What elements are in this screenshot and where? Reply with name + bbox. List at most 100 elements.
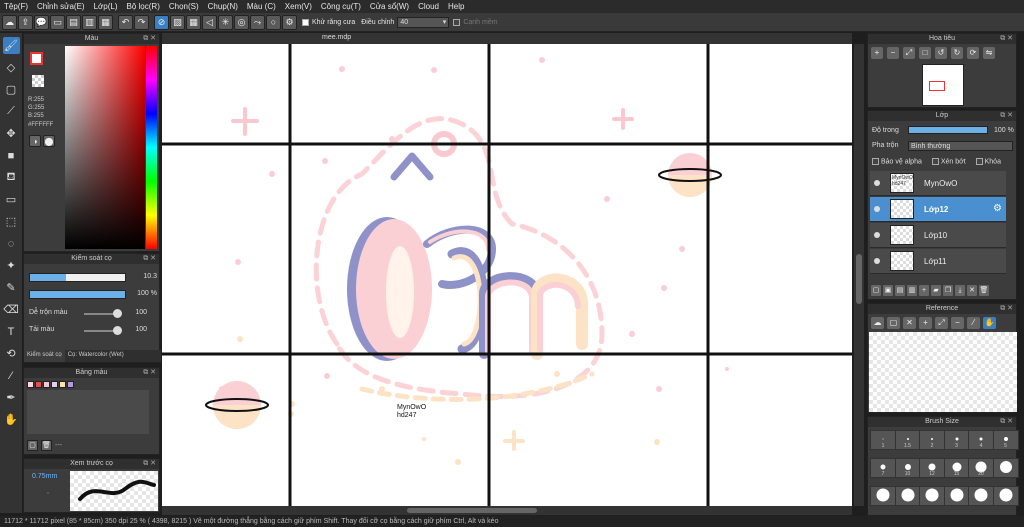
new-layer-8bit-icon[interactable]: ▣ bbox=[883, 285, 893, 296]
drawing-canvas[interactable]: MynOwO hd247 bbox=[162, 44, 852, 506]
color-wheel-icon[interactable]: ◑ bbox=[29, 135, 41, 147]
panel-close-icon[interactable]: ⧉ ✕ bbox=[143, 34, 156, 44]
zoom-out-icon[interactable]: − bbox=[887, 47, 899, 59]
rotate-left-icon[interactable]: ↺ bbox=[935, 47, 947, 59]
zoom-in-icon[interactable]: + bbox=[871, 47, 883, 59]
add-layer-menu-icon[interactable]: + bbox=[919, 285, 929, 296]
menu-item-8[interactable]: Công cụ(T) bbox=[321, 2, 361, 11]
menu-item-1[interactable]: Chỉnh sửa(E) bbox=[37, 2, 85, 11]
navigator-view-rect[interactable] bbox=[929, 81, 945, 91]
brush-size-cell[interactable] bbox=[870, 486, 896, 506]
smooth-select[interactable]: 40 bbox=[397, 16, 450, 28]
brush-size-cell[interactable]: 15 bbox=[943, 458, 970, 478]
tab-brush-type[interactable]: Cọ: Watercolor (Wet) bbox=[65, 350, 127, 362]
brush-size-cell[interactable] bbox=[919, 486, 945, 506]
color-picker-icon[interactable]: ⬤ bbox=[43, 135, 55, 147]
menu-item-9[interactable]: Cửa sổ(W) bbox=[370, 2, 409, 11]
copy-layer-icon[interactable]: ❐ bbox=[943, 285, 953, 296]
horizontal-scroll-thumb[interactable] bbox=[407, 508, 537, 513]
ref-fit-icon[interactable]: ⤢ bbox=[935, 317, 948, 329]
new-layer-1bit-icon[interactable]: ▤ bbox=[895, 285, 905, 296]
layer-blend-select[interactable]: Bình thường bbox=[908, 141, 1013, 151]
reference-canvas[interactable] bbox=[869, 332, 1017, 412]
brush-size-cell[interactable] bbox=[894, 486, 921, 506]
new-layer-icon[interactable]: ▢ bbox=[871, 285, 881, 296]
snap-grid-icon[interactable]: ▦ bbox=[186, 14, 201, 30]
palette-swatch[interactable] bbox=[67, 381, 74, 388]
panel-close-icon[interactable]: ⧉ ✕ bbox=[143, 459, 156, 469]
ref-open-icon[interactable]: ▢ bbox=[887, 317, 900, 329]
rotate-right-icon[interactable]: ↻ bbox=[951, 47, 963, 59]
palette-swatch[interactable] bbox=[27, 381, 34, 388]
snap-perspective-icon[interactable]: ◁ bbox=[202, 14, 217, 30]
brush-size-cell[interactable]: 4 bbox=[968, 430, 994, 450]
panel-close-icon[interactable]: ⧉ ✕ bbox=[143, 368, 156, 378]
foreground-color-swatch[interactable] bbox=[30, 52, 43, 65]
layer-row[interactable]: Lớp12 ⚙ bbox=[870, 197, 1006, 222]
ref-hand-icon[interactable]: ✋ bbox=[983, 317, 996, 329]
eraser-tool-icon[interactable]: ◇ bbox=[3, 59, 20, 76]
reset-rotation-icon[interactable]: ⟳ bbox=[967, 47, 979, 59]
eye-icon[interactable] bbox=[874, 232, 880, 238]
menu-item-7[interactable]: Xem(V) bbox=[285, 2, 312, 11]
ref-zoom-in-icon[interactable]: + bbox=[919, 317, 932, 329]
mix-knob[interactable] bbox=[113, 326, 122, 335]
brush-size-cell[interactable]: 10 bbox=[894, 458, 921, 478]
new-halftone-layer-icon[interactable]: ▥ bbox=[907, 285, 917, 296]
select-pen-tool-icon[interactable]: ✎ bbox=[3, 279, 20, 296]
pen-tool-icon[interactable]: ✒ bbox=[3, 389, 20, 406]
horizontal-scrollbar[interactable] bbox=[162, 506, 852, 515]
gradient-tool-icon[interactable]: ▭ bbox=[3, 191, 20, 208]
delete-layer-icon[interactable]: 🗑 bbox=[979, 285, 989, 296]
clipping-checkbox[interactable] bbox=[931, 158, 939, 165]
brush-tool-icon[interactable]: 🖌 bbox=[2, 37, 20, 54]
fill-tool-icon[interactable]: ⛾ bbox=[3, 169, 20, 186]
ref-close-icon[interactable]: ✕ bbox=[903, 317, 916, 329]
layer-row[interactable]: MynOwO hd247 MynOwO bbox=[870, 171, 1006, 196]
layer-panel-icon[interactable]: ▤ bbox=[66, 14, 81, 30]
snap-radial-icon[interactable]: ✳ bbox=[218, 14, 233, 30]
layer-row[interactable]: Lớp10 bbox=[870, 223, 1006, 248]
palette-swatch[interactable] bbox=[59, 381, 66, 388]
eye-icon[interactable] bbox=[874, 206, 880, 212]
magic-wand-tool-icon[interactable]: ✦ bbox=[3, 257, 20, 274]
saturation-value-square[interactable] bbox=[65, 46, 145, 249]
panel-close-icon[interactable]: ⧉ ✕ bbox=[1000, 417, 1013, 427]
brush-size-cell[interactable] bbox=[992, 486, 1019, 506]
panel-close-icon[interactable]: ⧉ ✕ bbox=[1000, 34, 1013, 44]
chat-icon[interactable]: 💬 bbox=[34, 14, 49, 30]
fit-icon[interactable]: ⤢ bbox=[903, 47, 915, 59]
shape-tool-icon[interactable]: ■ bbox=[3, 147, 20, 164]
brush-size-cell[interactable]: 12 bbox=[919, 458, 945, 478]
menu-item-10[interactable]: Cloud bbox=[418, 2, 439, 11]
brush-size-cell[interactable]: 20 bbox=[968, 458, 994, 478]
select-eraser-tool-icon[interactable]: ⌫ bbox=[3, 301, 20, 318]
lasso-select-tool-icon[interactable]: ◌ bbox=[3, 235, 20, 252]
select-tool-icon[interactable]: ⬚ bbox=[3, 213, 20, 230]
undo-icon[interactable]: ↶ bbox=[118, 14, 133, 30]
snap-off-icon[interactable]: ⊘ bbox=[154, 14, 169, 30]
layer-opacity-slider[interactable] bbox=[908, 126, 988, 134]
new-folder-icon[interactable]: ▰ bbox=[931, 285, 941, 296]
ref-eyedropper-icon[interactable]: ⁄ bbox=[967, 317, 980, 329]
move-tool-icon[interactable]: ✥ bbox=[3, 125, 20, 142]
palette-swatch[interactable] bbox=[43, 381, 50, 388]
panel-close-icon[interactable]: ⧉ ✕ bbox=[1000, 304, 1013, 314]
blend-row[interactable]: Dễ trộn màu 100 bbox=[29, 309, 157, 319]
frame-tool-icon[interactable]: ⟲ bbox=[3, 345, 20, 362]
brush-size-slider[interactable]: 10.3 bbox=[29, 273, 157, 282]
mix-row[interactable]: Tải màu 100 bbox=[29, 326, 157, 336]
layer-row[interactable]: Lớp11 bbox=[870, 249, 1006, 274]
brush-size-cell[interactable]: 2 bbox=[919, 430, 945, 450]
palette-area[interactable] bbox=[27, 390, 149, 434]
export-icon[interactable]: ⇪ bbox=[18, 14, 33, 30]
clear-layer-icon[interactable]: ✕ bbox=[967, 285, 977, 296]
panel-toggle-icon[interactable]: ▥ bbox=[82, 14, 97, 30]
snap-curve-icon[interactable]: ⤳ bbox=[250, 14, 265, 30]
ref-cloud-icon[interactable]: ☁ bbox=[871, 317, 884, 329]
protect-alpha-checkbox[interactable] bbox=[872, 158, 879, 165]
brush-size-cell[interactable]: 1 bbox=[870, 430, 896, 450]
menu-item-4[interactable]: Chọn(S) bbox=[169, 2, 199, 11]
navigator-thumbnail[interactable] bbox=[922, 64, 964, 106]
lock-checkbox[interactable] bbox=[975, 158, 983, 165]
